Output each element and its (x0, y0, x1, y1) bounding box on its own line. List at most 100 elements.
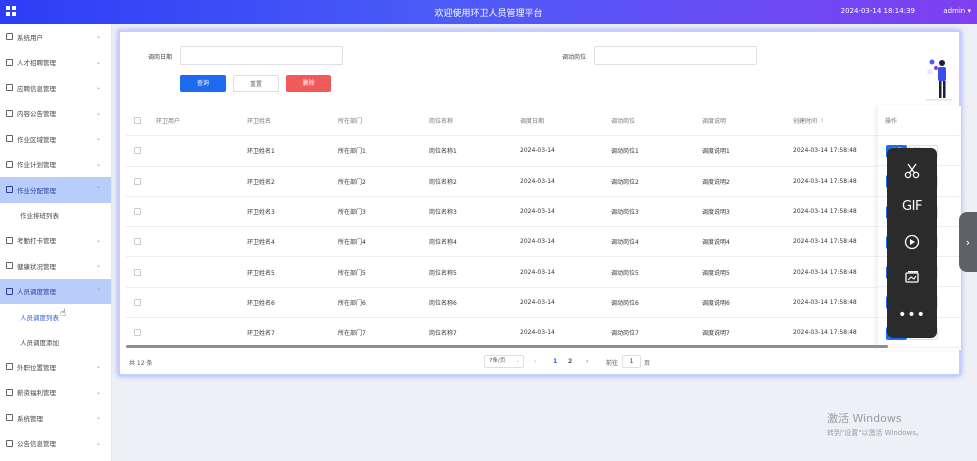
column-header: 调度日期 (520, 106, 544, 135)
row-checkbox[interactable] (134, 268, 141, 276)
menu-item-icon (6, 439, 13, 447)
app-title: 欢迎使用环卫人员管理平台 (434, 9, 543, 19)
table-header: 环卫用户 环卫姓名 所在部门 岗位名称 调度日期 调动岗位 调度说明 创建时间 ⇕ (126, 106, 890, 137)
menu-item-icon (6, 388, 13, 396)
sidebar-item-label: 人员调度管理 (17, 288, 56, 297)
table-row: 环卫姓名1 所在部门1 岗位名称1 2024-03-14 调动岗位1 调度说明1 2024-… (126, 136, 890, 167)
user-menu[interactable]: admin ▾ (943, 7, 971, 15)
table-cell: 岗位名称1 (429, 148, 457, 156)
position-filter-input[interactable] (594, 46, 757, 65)
query-button[interactable]: 查询 (180, 75, 226, 92)
chevron-down-icon: ⌄ (95, 33, 101, 40)
main-panel: 调岗日期 调动岗位 查询 重置 删除 环卫用户 环卫姓名 所在部门 岗位名称 调度日期调… (118, 30, 961, 376)
scrolling-capture-icon[interactable] (887, 260, 937, 294)
horizontal-scrollbar[interactable] (126, 345, 888, 348)
sidebar-item[interactable]: 应聘信息管理 ⌄ (0, 75, 111, 101)
goto-label: 前往 (606, 360, 619, 367)
sidebar-item[interactable]: 内容公告管理 ⌄ (0, 101, 111, 127)
column-header-label: 创建时间 (793, 118, 818, 126)
menu-item-icon (6, 414, 13, 422)
sidebar-subitem-label: 作业排班列表 (20, 212, 59, 220)
watermark-line-1: 激活 Windows (827, 412, 902, 425)
row-checkbox[interactable] (134, 329, 141, 337)
table-cell: 环卫姓名7 (247, 330, 275, 338)
table-cell: 所在部门5 (338, 269, 366, 277)
sidebar-item[interactable]: 薪资福利管理 ⌄ (0, 380, 111, 406)
sidebar-item[interactable]: 公告信息管理 ⌄ (0, 431, 111, 457)
date-filter-label: 调岗日期 (148, 54, 173, 61)
sidebar-item[interactable]: 作业计划管理 ⌄ (0, 152, 111, 178)
sidebar-subitem[interactable]: 人员调度添加 (0, 329, 111, 354)
menu-item-icon (6, 84, 13, 92)
select-all-checkbox[interactable] (134, 117, 141, 125)
header-datetime: 2024-03-14 18:14:39 (840, 7, 915, 15)
next-page-button[interactable]: › (586, 358, 588, 365)
windows-activation-watermark: 激活 Windows 转到"设置"以激活 Windows。 (827, 410, 923, 438)
screen-record-icon[interactable] (887, 225, 937, 259)
scissors-icon[interactable] (887, 154, 937, 188)
sidebar-item-label: 考勤打卡管理 (17, 237, 56, 246)
more-options-icon[interactable]: ••• (887, 298, 937, 332)
table-cell: 所在部门2 (338, 178, 366, 186)
table-cell: 岗位名称2 (429, 178, 457, 186)
table-cell: 2024-03-14 17:58:48 (793, 147, 857, 155)
floating-toolbar: GIF ••• (887, 148, 937, 338)
table-cell: 调度说明7 (702, 330, 730, 338)
column-header[interactable]: 创建时间 ⇕ (793, 106, 824, 135)
sidebar-item-label: 内容公告管理 (17, 110, 56, 119)
sidebar-item[interactable]: 作业区域管理 ⌄ (0, 126, 111, 152)
table-cell: 2024-03-14 17:58:48 (793, 238, 857, 246)
column-header: 环卫姓名 (247, 106, 271, 135)
menu-item-icon (6, 135, 13, 143)
goto-unit-label: 页 (644, 360, 651, 367)
menu-item-icon (6, 33, 13, 41)
sidebar-item[interactable]: 人员调度管理 ⌃ (0, 278, 111, 304)
sidebar-item[interactable]: 系统用户 ⌄ (0, 24, 111, 50)
reset-button[interactable]: 重置 (233, 75, 279, 92)
table-cell: 2024-03-14 (520, 177, 555, 185)
table-cell: 调度说明3 (702, 209, 730, 217)
sidebar-item[interactable]: 外职位置管理 ⌄ (0, 354, 111, 380)
top-header: 欢迎使用环卫人员管理平台 2024-03-14 18:14:39 admin ▾ (0, 0, 977, 24)
row-checkbox[interactable] (134, 177, 141, 185)
date-filter-input[interactable] (180, 46, 343, 65)
sidebar-item-label: 人才招聘管理 (17, 59, 56, 68)
sort-icon[interactable]: ⇕ (820, 118, 824, 124)
sidebar-item-label: 外职位置管理 (17, 363, 56, 372)
sidebar-item-label: 应聘信息管理 (17, 84, 56, 93)
sidebar-subitem[interactable]: 人员调度列表 (0, 304, 111, 329)
column-header-label: 所在部门 (338, 118, 363, 126)
table-cell: 2024-03-14 (520, 208, 555, 216)
column-header-label: 调度说明 (702, 118, 727, 126)
sidebar-item[interactable]: 考勤打卡管理 ⌄ (0, 228, 111, 254)
chevron-up-icon: ⌃ (95, 186, 101, 193)
mouse-pointer-icon: ☝ (60, 308, 67, 319)
goto-page-input[interactable]: 1 (622, 355, 641, 368)
table-row: 环卫姓名2 所在部门2 岗位名称2 2024-03-14 调动岗位2 调度说明2 2024-… (126, 167, 890, 197)
prev-page-button[interactable]: ‹ (534, 358, 536, 365)
sidebar-item[interactable]: 系统管理 ⌄ (0, 405, 111, 431)
column-header: 所在部门 (338, 106, 362, 135)
sidebar-subitem[interactable]: 作业排班列表 (0, 203, 111, 228)
sidebar-item[interactable]: 资料管理⌄ (0, 456, 111, 461)
column-header-label: 环卫姓名 (247, 118, 272, 126)
delete-button[interactable]: 删除 (286, 75, 331, 92)
page-1-button[interactable]: 1 (553, 358, 557, 365)
row-checkbox[interactable] (134, 238, 141, 246)
sidebar-item[interactable]: 人才招聘管理 ⌄ (0, 50, 111, 76)
user-name: admin (943, 7, 966, 15)
gif-record-button[interactable]: GIF (887, 189, 937, 223)
sidebar-item[interactable]: 健康状况管理 ⌄ (0, 253, 111, 279)
table-cell: 2024-03-14 17:58:48 (793, 329, 857, 337)
row-checkbox[interactable] (134, 208, 141, 216)
page-2-button[interactable]: 2 (568, 358, 572, 365)
row-checkbox[interactable] (134, 147, 141, 155)
row-checkbox[interactable] (134, 298, 141, 306)
sidebar-item-label: 系统用户 (17, 33, 43, 42)
chevron-down-icon: ⌄ (95, 388, 101, 396)
column-header: 调动岗位 (611, 106, 635, 135)
table-row: 环卫姓名7 所在部门7 岗位名称7 2024-03-14 调动岗位7 调度说明7 2024-… (126, 318, 890, 349)
sidebar-item[interactable]: 作业分配管理 ⌃ (0, 177, 111, 203)
page-size-select[interactable]: 7条/页 ⌄ (484, 355, 524, 368)
chevron-right-icon[interactable]: › (959, 212, 977, 272)
